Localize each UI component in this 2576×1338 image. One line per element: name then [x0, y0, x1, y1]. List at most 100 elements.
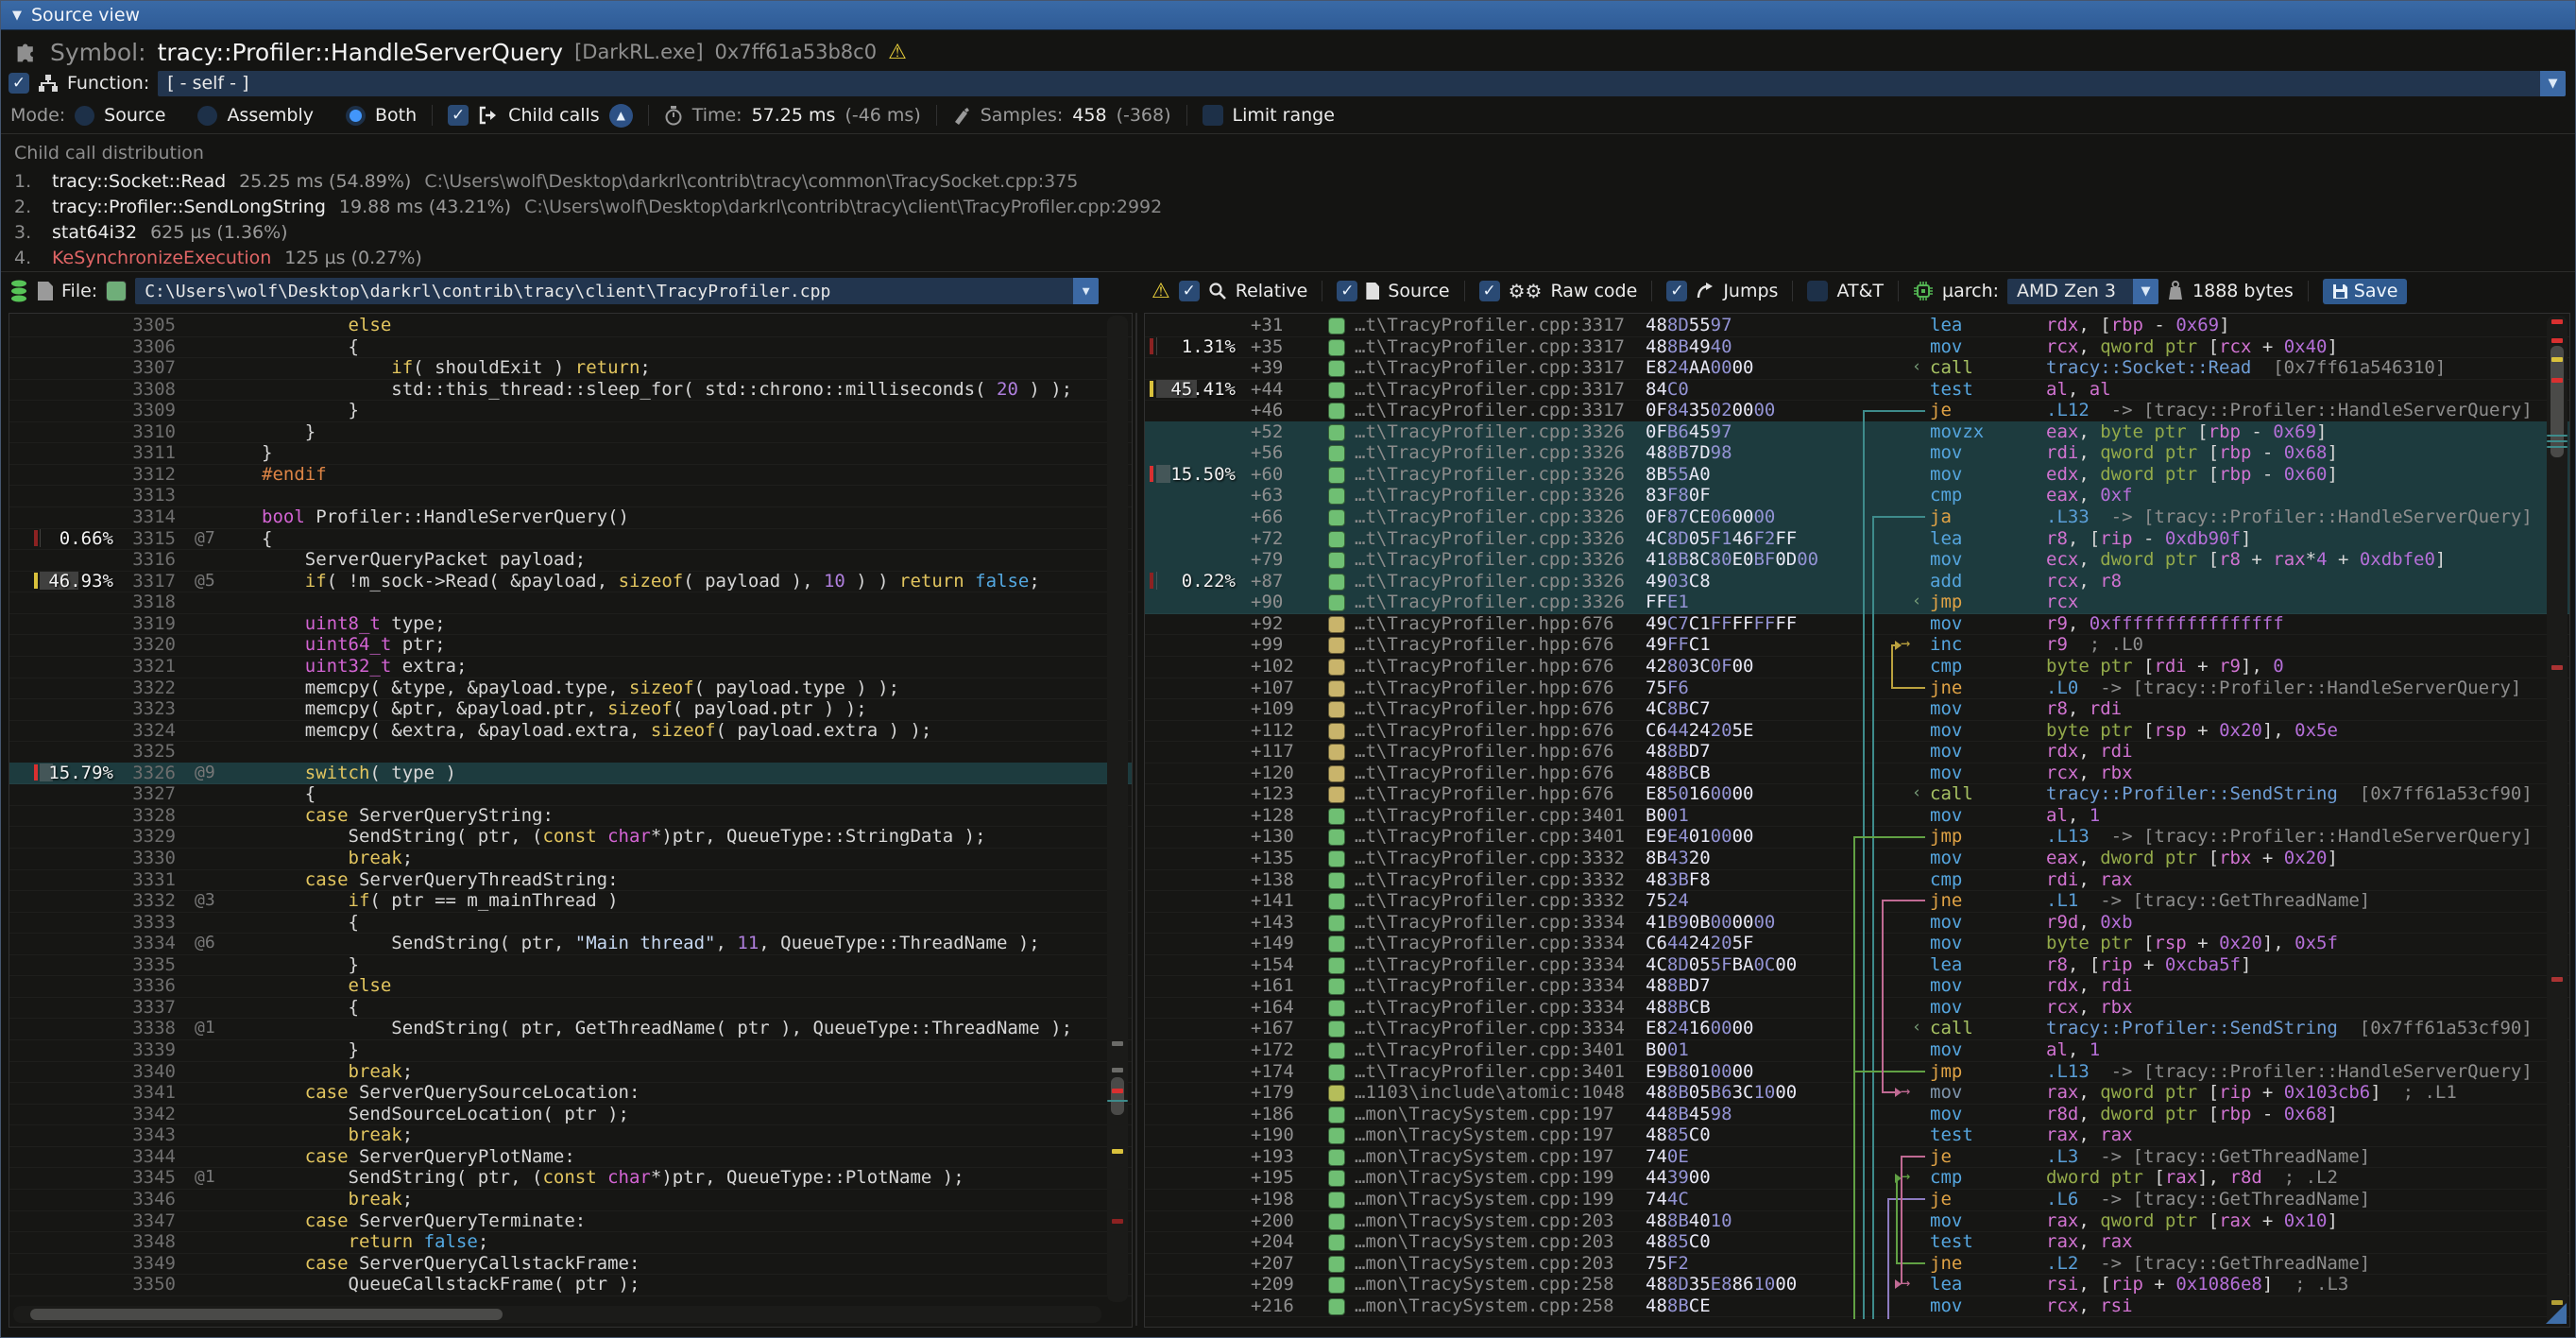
asm-row[interactable]: +79…t\TracyProfiler.cpp:3326418B8C80E0BF… [1145, 549, 2569, 572]
asm-row[interactable]: +204…mon\TracySystem.cpp:2034885C0testra… [1145, 1231, 2569, 1254]
relative-checkbox[interactable]: ✓ [1179, 281, 1200, 301]
source-checkbox[interactable]: ✓ [1337, 281, 1357, 301]
function-combo-arrow-icon[interactable]: ▼ [2540, 71, 2566, 96]
source-line[interactable]: 3312#endif [9, 464, 1132, 487]
source-line[interactable]: 3341 case ServerQuerySourceLocation: [9, 1082, 1132, 1105]
source-line[interactable]: 3310 } [9, 421, 1132, 444]
asm-row[interactable]: +161…t\TracyProfiler.cpp:3334488BD7movrd… [1145, 975, 2569, 998]
asm-row[interactable]: +195…mon\TracySystem.cpp:199443900→cmpdw… [1145, 1167, 2569, 1190]
source-line[interactable]: 3330 break; [9, 848, 1132, 870]
file-combo-arrow-icon[interactable]: ▼ [1073, 278, 1099, 304]
child-calls-checkbox[interactable]: ✓ [448, 105, 469, 126]
resize-grip[interactable] [2546, 1303, 2567, 1324]
file-combo[interactable]: C:\Users\wolf\Desktop\darkrl\contrib\tra… [135, 278, 1099, 304]
asm-row[interactable]: +200…mon\TracySystem.cpp:203488B4010movr… [1145, 1210, 2569, 1233]
source-line[interactable]: 3338@1 SendString( ptr, GetThreadName( p… [9, 1018, 1132, 1040]
source-line[interactable]: 3323 memcpy( &ptr, &payload.ptr, sizeof(… [9, 698, 1132, 721]
asm-row[interactable]: +193…mon\TracySystem.cpp:197740Eje.L3 ->… [1145, 1146, 2569, 1169]
asm-row[interactable]: 15.50%+60…t\TracyProfiler.cpp:33268B55A0… [1145, 464, 2569, 487]
asm-row[interactable]: +143…t\TracyProfiler.cpp:333441B90B00000… [1145, 912, 2569, 935]
source-vertical-scrollbar[interactable] [1107, 316, 1128, 1302]
source-line[interactable]: 3313 [9, 485, 1132, 507]
child-call-row[interactable]: 1.tracy::Socket::Read25.25 ms (54.89%)C:… [14, 169, 1078, 194]
asm-row[interactable]: +172…t\TracyProfiler.cpp:3401B001moval, … [1145, 1039, 2569, 1062]
uarch-combo-arrow-icon[interactable]: ▼ [2133, 279, 2158, 304]
source-line[interactable]: 3343 break; [9, 1124, 1132, 1147]
source-line[interactable]: 3327 { [9, 783, 1132, 806]
jumps-checkbox[interactable]: ✓ [1666, 281, 1687, 301]
att-checkbox[interactable]: ✓ [1807, 281, 1828, 301]
source-line[interactable]: 3325 [9, 741, 1132, 763]
uarch-combo[interactable]: AMD Zen 3 ▼ [2007, 279, 2158, 304]
source-line[interactable]: 3321 uint32_t extra; [9, 656, 1132, 678]
source-line[interactable]: 3332@3 if( ptr == m_mainThread ) [9, 890, 1132, 913]
source-line[interactable]: 3340 break; [9, 1061, 1132, 1084]
raw-code-checkbox[interactable]: ✓ [1479, 281, 1500, 301]
asm-row[interactable]: +102…t\TracyProfiler.hpp:67642803C0F00cm… [1145, 656, 2569, 678]
source-line[interactable]: 3311} [9, 442, 1132, 465]
asm-row[interactable]: +135…t\TracyProfiler.cpp:33328B4320movea… [1145, 848, 2569, 870]
source-line[interactable]: 3307 if( shouldExit ) return; [9, 357, 1132, 380]
asm-row[interactable]: +56…t\TracyProfiler.cpp:3326488B7D98movr… [1145, 442, 2569, 465]
asm-row[interactable]: +209…mon\TracySystem.cpp:258488D35E88610… [1145, 1274, 2569, 1296]
source-line[interactable]: 3305 else [9, 315, 1132, 337]
source-line[interactable]: 3334@6 SendString( ptr, "Main thread", 1… [9, 933, 1132, 955]
function-checkbox[interactable]: ✓ [9, 73, 29, 94]
asm-row[interactable]: 45.41%+44…t\TracyProfiler.cpp:331784C0te… [1145, 379, 2569, 402]
source-line[interactable]: 3336 else [9, 975, 1132, 998]
source-line[interactable]: 3345@1 SendString( ptr, (const char*)ptr… [9, 1167, 1132, 1190]
source-line[interactable]: 0.66%3315@7{ [9, 528, 1132, 551]
asm-row[interactable]: +123…t\TracyProfiler.hpp:676E850160000‹c… [1145, 783, 2569, 806]
asm-row[interactable]: +99…t\TracyProfiler.hpp:67649FFC1→incr9 … [1145, 634, 2569, 657]
asm-row[interactable]: 1.31%+35…t\TracyProfiler.cpp:3317488B494… [1145, 336, 2569, 359]
source-line[interactable]: 3314bool Profiler::HandleServerQuery() [9, 506, 1132, 529]
source-line[interactable]: 3306 { [9, 336, 1132, 359]
child-call-row[interactable]: 2.tracy::Profiler::SendLongString19.88 m… [14, 195, 1162, 219]
source-line[interactable]: 3333 { [9, 912, 1132, 935]
source-line[interactable]: 3318 [9, 592, 1132, 614]
asm-row[interactable]: +179…1103\include\atomic:1048488B05B63C1… [1145, 1082, 2569, 1105]
source-line[interactable]: 3350 QueueCallstackFrame( ptr ); [9, 1274, 1132, 1296]
collapse-child-calls-button[interactable]: ▲ [609, 104, 633, 128]
source-line[interactable]: 3322 memcpy( &type, &payload.type, sizeo… [9, 678, 1132, 700]
radio-assembly[interactable] [197, 106, 217, 126]
child-call-row[interactable]: 4.KeSynchronizeExecution125 µs (0.27%) [14, 246, 422, 270]
asm-row[interactable]: +109…t\TracyProfiler.hpp:6764C8BC7movr8,… [1145, 698, 2569, 721]
source-line[interactable]: 46.93%3317@5 if( !m_sock->Read( &payload… [9, 571, 1132, 593]
source-line[interactable]: 3346 break; [9, 1189, 1132, 1211]
asm-row[interactable]: +66…t\TracyProfiler.cpp:33260F87CE060000… [1145, 506, 2569, 529]
asm-row[interactable]: +120…t\TracyProfiler.hpp:676488BCBmovrcx… [1145, 763, 2569, 785]
asm-row[interactable]: +107…t\TracyProfiler.hpp:67675F6jne.L0 -… [1145, 678, 2569, 700]
source-line[interactable]: 3328 case ServerQueryString: [9, 805, 1132, 828]
source-line[interactable]: 3320 uint64_t ptr; [9, 634, 1132, 657]
source-line[interactable]: 3319 uint8_t type; [9, 613, 1132, 636]
radio-both[interactable] [346, 106, 366, 126]
asm-row[interactable]: +92…t\TracyProfiler.hpp:67649C7C1FFFFFFF… [1145, 613, 2569, 636]
radio-source[interactable] [75, 106, 94, 126]
asm-row[interactable]: +167…t\TracyProfiler.cpp:3334E824160000‹… [1145, 1018, 2569, 1040]
asm-row[interactable]: +207…mon\TracySystem.cpp:20375F2jne.L2 -… [1145, 1253, 2569, 1276]
asm-row[interactable]: +90…t\TracyProfiler.cpp:3326FFE1‹jmprcx [1145, 592, 2569, 614]
asm-row[interactable]: +52…t\TracyProfiler.cpp:33260FB64597movz… [1145, 421, 2569, 444]
asm-row[interactable]: +138…t\TracyProfiler.cpp:3332483BF8cmprd… [1145, 869, 2569, 892]
asm-row[interactable]: +198…mon\TracySystem.cpp:199744Cje.L6 ->… [1145, 1189, 2569, 1211]
source-line[interactable]: 3347 case ServerQueryTerminate: [9, 1210, 1132, 1233]
source-line[interactable]: 3344 case ServerQueryPlotName: [9, 1146, 1132, 1169]
source-line[interactable]: 3339 } [9, 1039, 1132, 1062]
asm-row[interactable]: +112…t\TracyProfiler.hpp:676C64424205Emo… [1145, 720, 2569, 743]
save-button[interactable]: Save [2323, 279, 2408, 304]
source-line[interactable]: 3349 case ServerQueryCallstackFrame: [9, 1253, 1132, 1276]
asm-row[interactable]: +39…t\TracyProfiler.cpp:3317E824AA0000‹c… [1145, 357, 2569, 380]
assembly-vertical-scrollbar[interactable] [2547, 316, 2567, 1325]
title-bar[interactable]: ▼ Source view [1, 1, 2575, 30]
source-line[interactable]: 3348 return false; [9, 1231, 1132, 1254]
asm-row[interactable]: +154…t\TracyProfiler.cpp:33344C8D055FBA0… [1145, 954, 2569, 977]
source-line[interactable]: 3337 { [9, 997, 1132, 1020]
asm-row[interactable]: +31…t\TracyProfiler.cpp:3317488D5597lear… [1145, 315, 2569, 337]
source-line[interactable]: 3342 SendSourceLocation( ptr ); [9, 1104, 1132, 1126]
source-line[interactable]: 3309 } [9, 400, 1132, 422]
asm-row[interactable]: +46…t\TracyProfiler.cpp:33170F8435020000… [1145, 400, 2569, 422]
asm-row[interactable]: +141…t\TracyProfiler.cpp:33327524jne.L1 … [1145, 890, 2569, 913]
source-line[interactable]: 3324 memcpy( &extra, &payload.extra, siz… [9, 720, 1132, 743]
asm-row[interactable]: +149…t\TracyProfiler.cpp:3334C64424205Fm… [1145, 933, 2569, 955]
